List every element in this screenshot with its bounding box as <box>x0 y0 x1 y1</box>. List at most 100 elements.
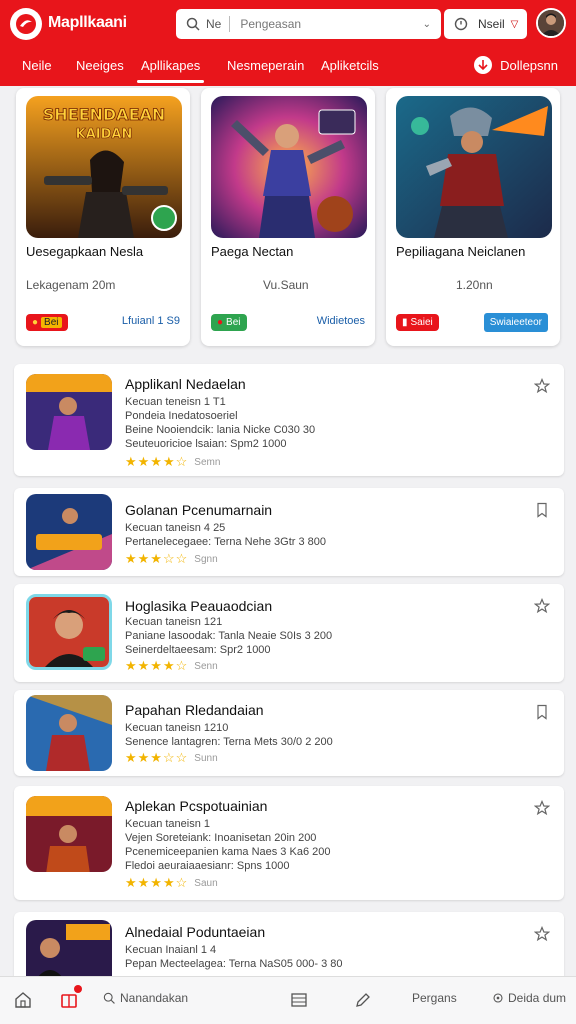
star-rating-icon: ★★★★☆ <box>125 658 189 673</box>
list-item-line: Kecuan taneisn 4 25 <box>125 522 226 534</box>
notification-dot <box>74 985 82 993</box>
list-item-line: Pepan Mecteelagea: Terna NaS05 000- 3 80 <box>125 958 343 970</box>
search-icon <box>103 992 115 1004</box>
game-art-icon <box>396 96 552 238</box>
chevron-down-icon: ▽ <box>510 18 519 30</box>
pill-label: Bei <box>226 317 241 328</box>
rating-text: Senn <box>194 660 218 672</box>
game-thumb-icon <box>26 920 112 982</box>
nav-list[interactable] <box>290 991 308 1009</box>
app-thumbnail <box>26 695 112 771</box>
featured-price-button[interactable]: Swiaieeteor <box>483 313 548 332</box>
list-item-line: Beine Nooiendcik: lania Nicke C030 30 <box>125 424 316 436</box>
nav-more[interactable]: Deida dum <box>492 991 566 1005</box>
settings-icon <box>493 993 503 1003</box>
star-rating-icon: ★★★☆☆ <box>125 750 189 765</box>
featured-card[interactable]: Paega Nectan Vu.Saun ● Bei Widietoes <box>201 88 375 346</box>
list-item[interactable]: Hoglasika Peauaodcian Kecuan taneisn 121… <box>14 584 564 682</box>
star-outline-icon[interactable] <box>534 378 550 394</box>
search-bar[interactable]: Ne Pengeasan ⌄ <box>176 9 441 39</box>
list-item-line: Seuteuoricioe lsaian: Spm2 1000 <box>125 438 287 450</box>
nav-search[interactable]: Nanandakan <box>102 991 188 1005</box>
bottom-nav: Nanandakan Pergans Deida dum <box>0 976 576 1024</box>
tab-home[interactable]: Neile <box>22 58 52 73</box>
game-thumb-icon <box>26 796 112 872</box>
list-item-line: Senence lantagren: Terna Mets 30/0 2 200 <box>125 736 333 748</box>
svg-text:SHEENDAEAN: SHEENDAEAN <box>43 105 166 124</box>
list-item-line: Kecuan teneisn 1 T1 <box>125 396 226 408</box>
filter-button[interactable]: Nseil ▽ <box>444 9 527 39</box>
list-item-line: Kecuan taneisn 1210 <box>125 722 229 734</box>
app-thumbnail <box>26 796 112 872</box>
list-item-line: Fledoi aeuraiaaesianr: Spns 1000 <box>125 860 290 872</box>
featured-card[interactable]: Pepiliagana Neiclanen 1.20nn ▮ Saiei Swi… <box>386 88 560 346</box>
star-outline-icon[interactable] <box>534 926 550 942</box>
bookmark-icon[interactable] <box>534 704 550 720</box>
bookmark-icon[interactable] <box>534 502 550 518</box>
list-item-rating: ★★★☆☆ Sunn <box>125 750 218 766</box>
list-item[interactable]: Alnedaial Poduntaeian Kecuan Inaianl 1 4… <box>14 912 564 982</box>
tab-bar: Neile Neeiges Apllikapes Nesmeperain Apl… <box>0 50 576 86</box>
nav-notifications[interactable] <box>60 991 78 1009</box>
game-art-icon <box>211 96 367 238</box>
featured-title: Pepiliagana Neiclanen <box>396 244 526 259</box>
search-input[interactable]: Pengeasan <box>240 17 422 31</box>
list-item-title: Applikanl Nedaelan <box>125 376 246 392</box>
nav-edit[interactable] <box>354 991 372 1009</box>
featured-pill[interactable]: ▮ Saiei <box>396 314 439 331</box>
user-avatar[interactable] <box>536 8 566 38</box>
header: Mapllkaani Ne Pengeasan ⌄ Nseil ▽ Neile … <box>0 0 576 86</box>
featured-price[interactable]: Widietoes <box>317 315 365 327</box>
pen-icon <box>356 993 370 1007</box>
app-logo[interactable] <box>10 8 42 40</box>
list-icon <box>291 993 307 1007</box>
search-scope[interactable]: Ne <box>206 17 221 31</box>
app-thumbnail <box>26 594 112 670</box>
list-item-title: Papahan Rledandaian <box>125 702 264 718</box>
game-thumb-icon <box>26 374 112 450</box>
rating-text: Sunn <box>194 752 218 764</box>
list-item[interactable]: Golanan Pcenumarnain Kecuan taneisn 4 25… <box>14 488 564 576</box>
game-thumb-icon <box>26 494 112 570</box>
star-outline-icon[interactable] <box>534 598 550 614</box>
home-icon <box>15 992 31 1008</box>
logo-icon <box>16 14 36 34</box>
list-item[interactable]: Aplekan Pcspotuainian Kecuan taneisn 1 V… <box>14 786 564 900</box>
featured-meta: Lekagenam 20m <box>26 278 116 292</box>
game-art-icon: SHEENDAEAN KAIDAN <box>26 96 182 238</box>
tab-games[interactable]: Neeiges <box>76 58 124 73</box>
tab-details[interactable]: Apliketcils <box>321 58 379 73</box>
pill-label: Saiei <box>410 317 433 328</box>
filter-label: Nseil <box>478 17 505 31</box>
list-item-line: Vejen Soreteiank: Inoanisetan 20in 200 <box>125 832 317 844</box>
tab-entertainment[interactable]: Nesmeperain <box>227 58 304 73</box>
app-thumbnail <box>26 374 112 450</box>
list-item-line: Kecuan taneisn 121 <box>125 616 223 628</box>
app-thumbnail <box>26 494 112 570</box>
star-rating-icon: ★★★☆☆ <box>125 551 189 566</box>
chevron-down-icon[interactable]: ⌄ <box>423 19 431 30</box>
app-title: Mapllkaani <box>48 14 127 31</box>
rating-text: Semn <box>194 456 221 468</box>
filter-icon <box>454 17 468 31</box>
featured-artwork: SHEENDAEAN KAIDAN <box>26 96 182 238</box>
list-item[interactable]: Applikanl Nedaelan Kecuan teneisn 1 T1 P… <box>14 364 564 476</box>
star-outline-icon[interactable] <box>534 800 550 816</box>
download-label: Dollepsnn <box>500 57 558 73</box>
featured-pill[interactable]: ● Bei <box>26 314 68 331</box>
nav-profile[interactable]: Pergans <box>412 991 457 1005</box>
nav-more-label: Deida dum <box>508 991 567 1005</box>
list-item-line: Pertanelecegaee: Terna Nehe 3Gtr 3 800 <box>125 536 326 548</box>
download-tab[interactable]: Dollepsnn <box>474 56 558 74</box>
featured-pill[interactable]: ● Bei <box>211 314 247 331</box>
tab-apps[interactable]: Apllikapes <box>136 58 205 83</box>
list-item[interactable]: Papahan Rledandaian Kecuan taneisn 1210 … <box>14 690 564 776</box>
list-item-rating: ★★★★☆ Semn <box>125 454 220 470</box>
nav-home[interactable] <box>14 991 32 1009</box>
featured-price[interactable]: Lfuianl 1 S9 <box>122 315 180 327</box>
featured-card[interactable]: SHEENDAEAN KAIDAN Uesegapkaan Nesla Leka… <box>16 88 190 346</box>
app-thumbnail <box>26 920 112 982</box>
featured-meta: 1.20nn <box>456 278 493 292</box>
featured-artwork <box>211 96 367 238</box>
list-item-title: Hoglasika Peauaodcian <box>125 598 273 614</box>
